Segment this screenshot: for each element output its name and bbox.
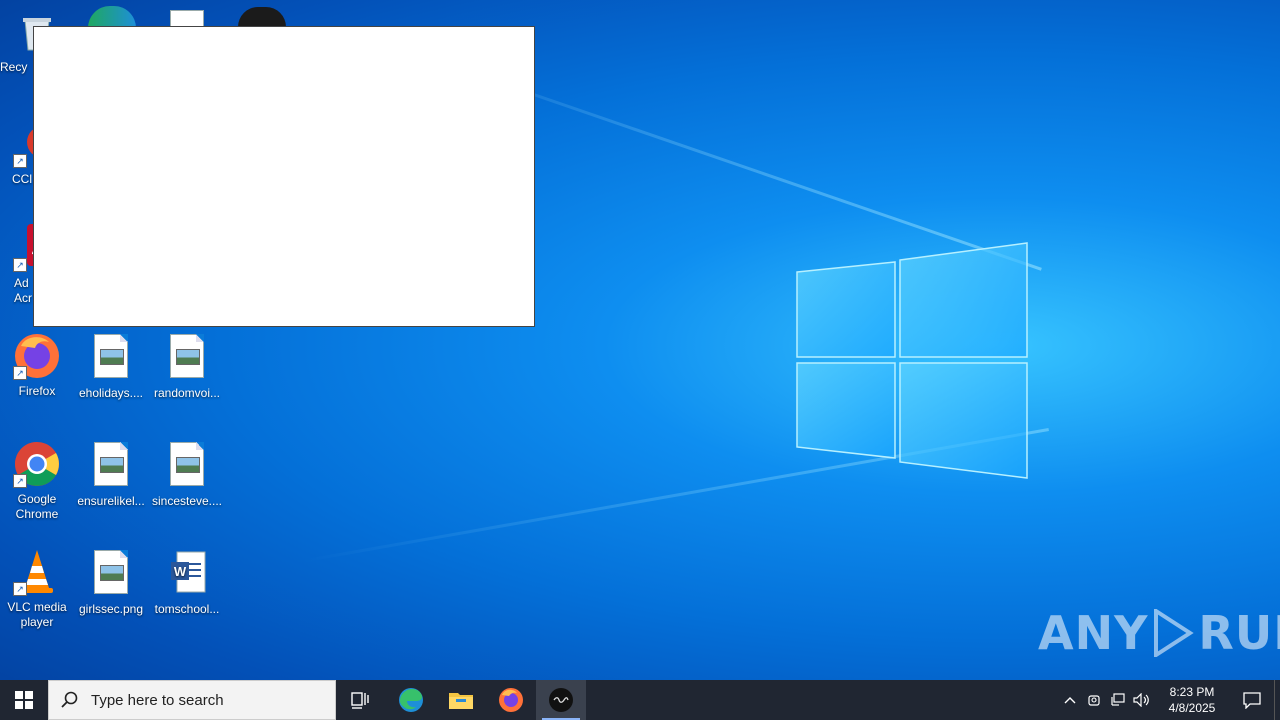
shortcut-arrow-icon: ↗: [13, 258, 27, 272]
show-desktop-button[interactable]: [1274, 680, 1280, 720]
desktop-icon-firefox[interactable]: ↗ Firefox: [0, 332, 74, 399]
notification-icon: [1243, 692, 1261, 709]
shortcut-arrow-icon: ↗: [13, 582, 27, 596]
anyrun-watermark: ANY RUN: [1038, 606, 1280, 660]
meet-now-icon[interactable]: [1082, 680, 1106, 720]
image-file-icon: [163, 334, 211, 382]
desktop-icon-google-chrome[interactable]: ↗ Google Chrome: [0, 440, 74, 522]
folder-icon: [449, 693, 473, 709]
shortcut-arrow-icon: ↗: [13, 366, 27, 380]
desktop-file-eholidays[interactable]: eholidays....: [74, 334, 148, 401]
volume-icon[interactable]: [1130, 680, 1154, 720]
shortcut-arrow-icon: ↗: [13, 154, 27, 168]
start-button[interactable]: [0, 680, 48, 720]
image-file-icon: [163, 442, 211, 490]
taskbar-search-box[interactable]: Type here to search: [48, 680, 336, 720]
image-file-icon: [87, 334, 135, 382]
chevron-up-icon[interactable]: [1058, 680, 1082, 720]
blank-popup-window[interactable]: [33, 26, 535, 327]
firefox-icon: [499, 688, 523, 712]
taskbar-edge-button[interactable]: [386, 680, 436, 720]
clock-date: 4/8/2025: [1168, 701, 1216, 715]
vlc-cone-icon: ↗: [13, 548, 61, 596]
shortcut-arrow-icon: ↗: [13, 474, 27, 488]
clock-time: 8:23 PM: [1169, 685, 1215, 699]
network-icon[interactable]: [1106, 680, 1130, 720]
taskbar-active-app-button[interactable]: [536, 680, 586, 720]
firefox-icon: ↗: [13, 332, 61, 380]
app-icon: [549, 688, 573, 712]
desktop-icon-vlc[interactable]: ↗ VLC media player: [0, 548, 74, 630]
action-center-button[interactable]: [1230, 680, 1274, 720]
desktop-file-ensurelikel[interactable]: ensurelikel...: [74, 442, 148, 509]
search-placeholder: Type here to search: [91, 691, 224, 709]
word-document-icon: W: [163, 550, 211, 598]
image-file-icon: [87, 442, 135, 490]
image-file-icon: [87, 550, 135, 598]
windows-start-icon: [15, 691, 33, 709]
task-view-icon: [351, 692, 369, 709]
play-logo-icon: [1154, 609, 1195, 657]
taskbar-file-explorer-button[interactable]: [436, 680, 486, 720]
taskbar: Type here to search 8:23 PM 4/8/2025: [0, 680, 1280, 720]
system-tray: 8:23 PM 4/8/2025: [1058, 680, 1280, 720]
taskbar-clock[interactable]: 8:23 PM 4/8/2025: [1154, 684, 1230, 716]
desktop-file-tomschool[interactable]: W tomschool...: [150, 550, 224, 617]
desktop-file-girlssec[interactable]: girlssec.png: [74, 550, 148, 617]
svg-text:W: W: [174, 564, 187, 579]
edge-icon: [399, 688, 423, 712]
taskbar-firefox-button[interactable]: [486, 680, 536, 720]
task-view-button[interactable]: [336, 680, 386, 720]
desktop-file-randomvoi[interactable]: randomvoi...: [150, 334, 224, 401]
search-icon: [61, 691, 78, 708]
chrome-icon: ↗: [13, 440, 61, 488]
desktop-file-sincesteve[interactable]: sincesteve....: [150, 442, 224, 509]
